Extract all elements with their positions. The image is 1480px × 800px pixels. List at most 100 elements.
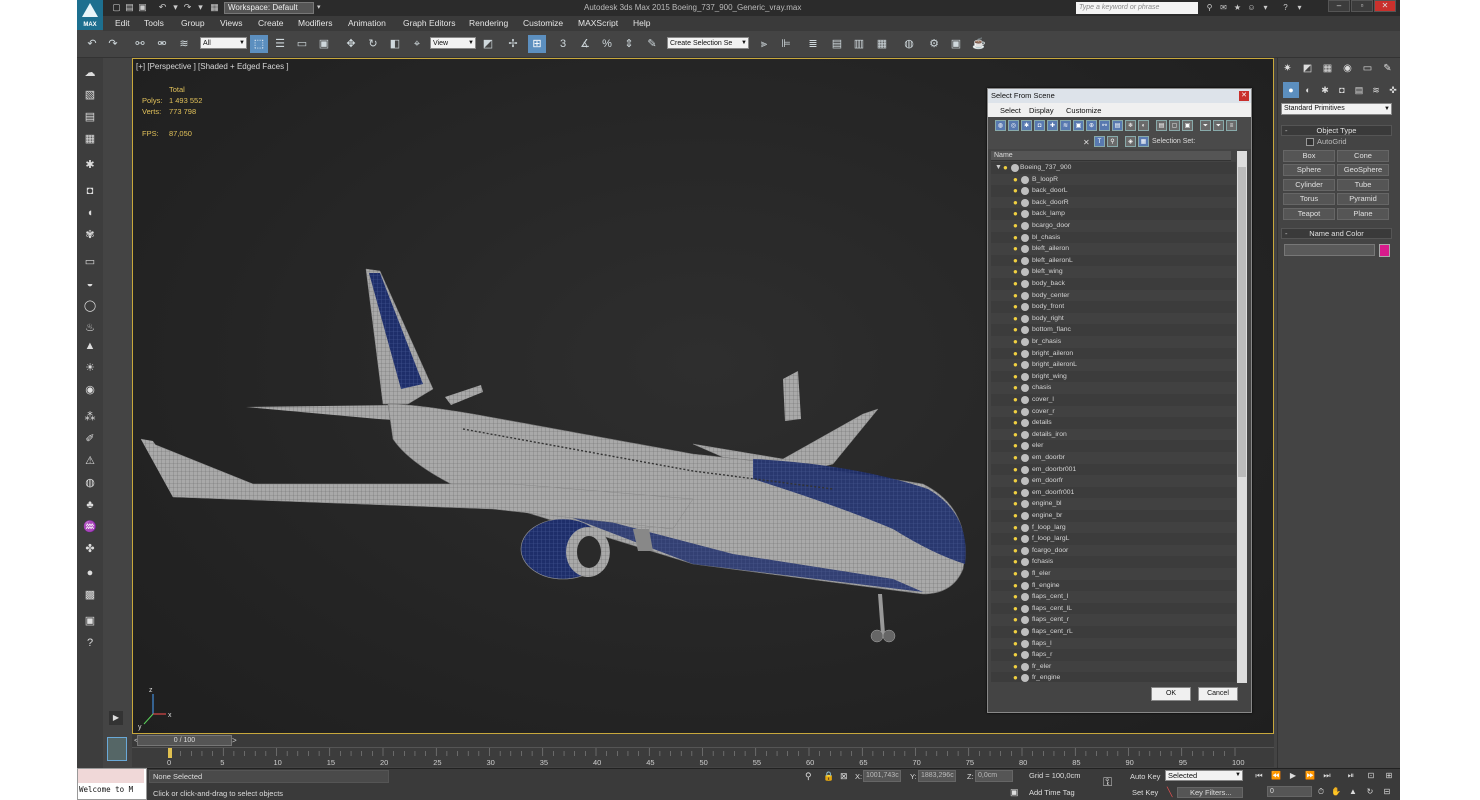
- render-setup-icon[interactable]: ⚙: [925, 35, 943, 53]
- list-item[interactable]: ● cover_l: [991, 394, 1236, 406]
- favorites-icon[interactable]: ★: [1232, 2, 1243, 13]
- binoculars-icon[interactable]: ⚲: [1204, 2, 1215, 13]
- spacewarps-icon[interactable]: ≋: [1368, 82, 1384, 98]
- maximize-button[interactable]: ▫: [1351, 0, 1373, 12]
- options-icon[interactable]: ≡: [1226, 120, 1237, 131]
- pivot-center-icon[interactable]: ◩: [479, 35, 497, 53]
- lamp-icon[interactable]: ♨: [80, 319, 100, 337]
- maximize-viewport-icon[interactable]: ⊟: [1381, 786, 1393, 797]
- list-item[interactable]: ● em_doorbr001: [991, 464, 1236, 476]
- material-editor-icon[interactable]: ◍: [900, 35, 918, 53]
- paint-icon[interactable]: ✐: [80, 430, 100, 448]
- key-filters-button[interactable]: Key Filters...: [1177, 787, 1243, 798]
- mini-curve-editor-toggle[interactable]: [107, 737, 127, 761]
- project-folder-icon[interactable]: ▦: [209, 2, 220, 13]
- maxscript-output[interactable]: Welcome to M: [79, 785, 133, 794]
- light-bulb-icon[interactable]: ●: [1013, 488, 1018, 497]
- light-bulb-icon[interactable]: ●: [1013, 372, 1018, 381]
- select-manipulate-icon[interactable]: ✢: [504, 35, 522, 53]
- cone-icon[interactable]: ▲: [80, 337, 100, 355]
- spinner-snap-icon[interactable]: ⇕: [620, 35, 638, 53]
- settings-icon[interactable]: ▣: [80, 612, 100, 630]
- display-all-icon[interactable]: ▤: [1156, 120, 1167, 131]
- rectangular-selection-icon[interactable]: ▭: [293, 35, 311, 53]
- helpers-icon[interactable]: ▤: [1351, 82, 1367, 98]
- save-file-icon[interactable]: ▣: [137, 2, 148, 13]
- sign-in-icon[interactable]: ☺: [1246, 2, 1257, 13]
- undo-dropdown-icon[interactable]: ▾: [170, 2, 181, 13]
- sphere-icon[interactable]: ◯: [80, 297, 100, 315]
- pyramid-button[interactable]: Pyramid: [1337, 193, 1389, 205]
- zoom-extents-icon[interactable]: ⊡: [1365, 770, 1377, 781]
- filter-hidden-icon[interactable]: ◐: [1138, 120, 1149, 131]
- auto-key-button[interactable]: Auto Key: [1130, 772, 1160, 781]
- light-bulb-icon[interactable]: ●: [1013, 615, 1018, 624]
- object-category-dropdown[interactable]: Standard Primitives ▼: [1281, 103, 1392, 115]
- sun-icon[interactable]: ☀: [80, 359, 100, 377]
- plant-icon[interactable]: ♣: [80, 496, 100, 514]
- autogrid-checkbox[interactable]: [1306, 138, 1314, 146]
- list-item[interactable]: ● bcargo_door: [991, 220, 1236, 232]
- menu-create[interactable]: Create: [258, 17, 284, 30]
- go-to-start-icon[interactable]: ⏮: [1253, 770, 1265, 781]
- field-of-view-icon[interactable]: ▲: [1347, 786, 1359, 797]
- menu-modifiers[interactable]: Modifiers: [298, 17, 332, 30]
- light-bulb-icon[interactable]: ●: [1013, 453, 1018, 462]
- filter-lights-icon[interactable]: ✱: [1021, 120, 1032, 131]
- list-item[interactable]: ● fr_eler: [991, 660, 1236, 673]
- list-item[interactable]: ● bleft_aileronL: [991, 255, 1236, 267]
- utilities-tab-icon[interactable]: ✎: [1379, 60, 1396, 77]
- light-bulb-icon[interactable]: ●: [1013, 430, 1018, 439]
- link-icon[interactable]: ⚯: [131, 35, 149, 53]
- filter-xrefs-icon[interactable]: ⊕: [1086, 120, 1097, 131]
- list-item[interactable]: ● bright_wing: [991, 371, 1236, 383]
- light-bulb-icon[interactable]: ●: [1013, 465, 1018, 474]
- filter-groups-icon[interactable]: ▣: [1073, 120, 1084, 131]
- time-slider-thumb[interactable]: 0 / 100: [137, 735, 232, 746]
- teapot-button[interactable]: Teapot: [1283, 208, 1335, 220]
- next-frame-button[interactable]: >: [232, 736, 237, 745]
- panel-icon[interactable]: ▭: [80, 253, 100, 271]
- filter-frozen-icon[interactable]: ❄: [1125, 120, 1136, 131]
- torus-button[interactable]: Torus: [1283, 193, 1335, 205]
- chevron-down-icon[interactable]: ▾: [317, 2, 326, 14]
- camera-icon[interactable]: ◘: [80, 182, 100, 200]
- list-item[interactable]: ● bleft_aileron: [991, 243, 1236, 255]
- add-time-tag[interactable]: Add Time Tag: [1029, 788, 1075, 797]
- menu-graph-editors[interactable]: Graph Editors: [403, 17, 455, 30]
- align-icon[interactable]: ⊫: [777, 35, 795, 53]
- list-item[interactable]: ● body_back: [991, 278, 1236, 290]
- menu-rendering[interactable]: Rendering: [469, 17, 508, 30]
- current-frame-marker[interactable]: [168, 748, 172, 758]
- display-tab-icon[interactable]: ▭: [1359, 60, 1376, 77]
- light-bulb-icon[interactable]: ●: [1013, 627, 1018, 636]
- angle-snap-icon[interactable]: ∡: [576, 35, 594, 53]
- mirror-icon[interactable]: ⫸: [755, 35, 773, 53]
- list-item[interactable]: ● engine_br: [991, 510, 1236, 522]
- reference-coordinate-dropdown[interactable]: View ▼: [430, 37, 476, 49]
- hierarchy-tab-icon[interactable]: ▦: [1319, 60, 1336, 77]
- set-key-button[interactable]: Set Key: [1132, 788, 1158, 797]
- schematic-view-icon[interactable]: ▦: [873, 35, 891, 53]
- communication-center-icon[interactable]: ✉: [1218, 2, 1229, 13]
- disc-icon[interactable]: ◉: [80, 381, 100, 399]
- light-bulb-icon[interactable]: ●: [1013, 186, 1018, 195]
- light-bulb-icon[interactable]: ●: [1013, 523, 1018, 532]
- grid-icon[interactable]: ▩: [80, 586, 100, 604]
- image-icon[interactable]: ▧: [80, 86, 100, 104]
- list-item[interactable]: ● back_doorR: [991, 196, 1236, 209]
- list-item[interactable]: ● engine_bl: [991, 498, 1236, 510]
- set-key-icon[interactable]: ╲: [1167, 787, 1172, 798]
- account-icon[interactable]: ▾: [1260, 2, 1271, 13]
- list-item[interactable]: ● body_front: [991, 301, 1236, 313]
- light-bulb-icon[interactable]: ●: [1013, 418, 1018, 427]
- list-item[interactable]: ● fr_engine: [991, 672, 1236, 682]
- scale-icon[interactable]: ◧: [386, 35, 404, 53]
- light-bulb-icon[interactable]: ●: [1013, 639, 1018, 648]
- object-name-input[interactable]: [1284, 244, 1375, 256]
- go-to-end-icon[interactable]: ⏭: [1321, 770, 1333, 781]
- redo-icon[interactable]: ↷: [104, 35, 122, 53]
- create-tab-icon[interactable]: ✷: [1279, 60, 1296, 77]
- list-item[interactable]: ● bright_aileronL: [991, 359, 1236, 371]
- menu-customize[interactable]: Customize: [523, 17, 563, 30]
